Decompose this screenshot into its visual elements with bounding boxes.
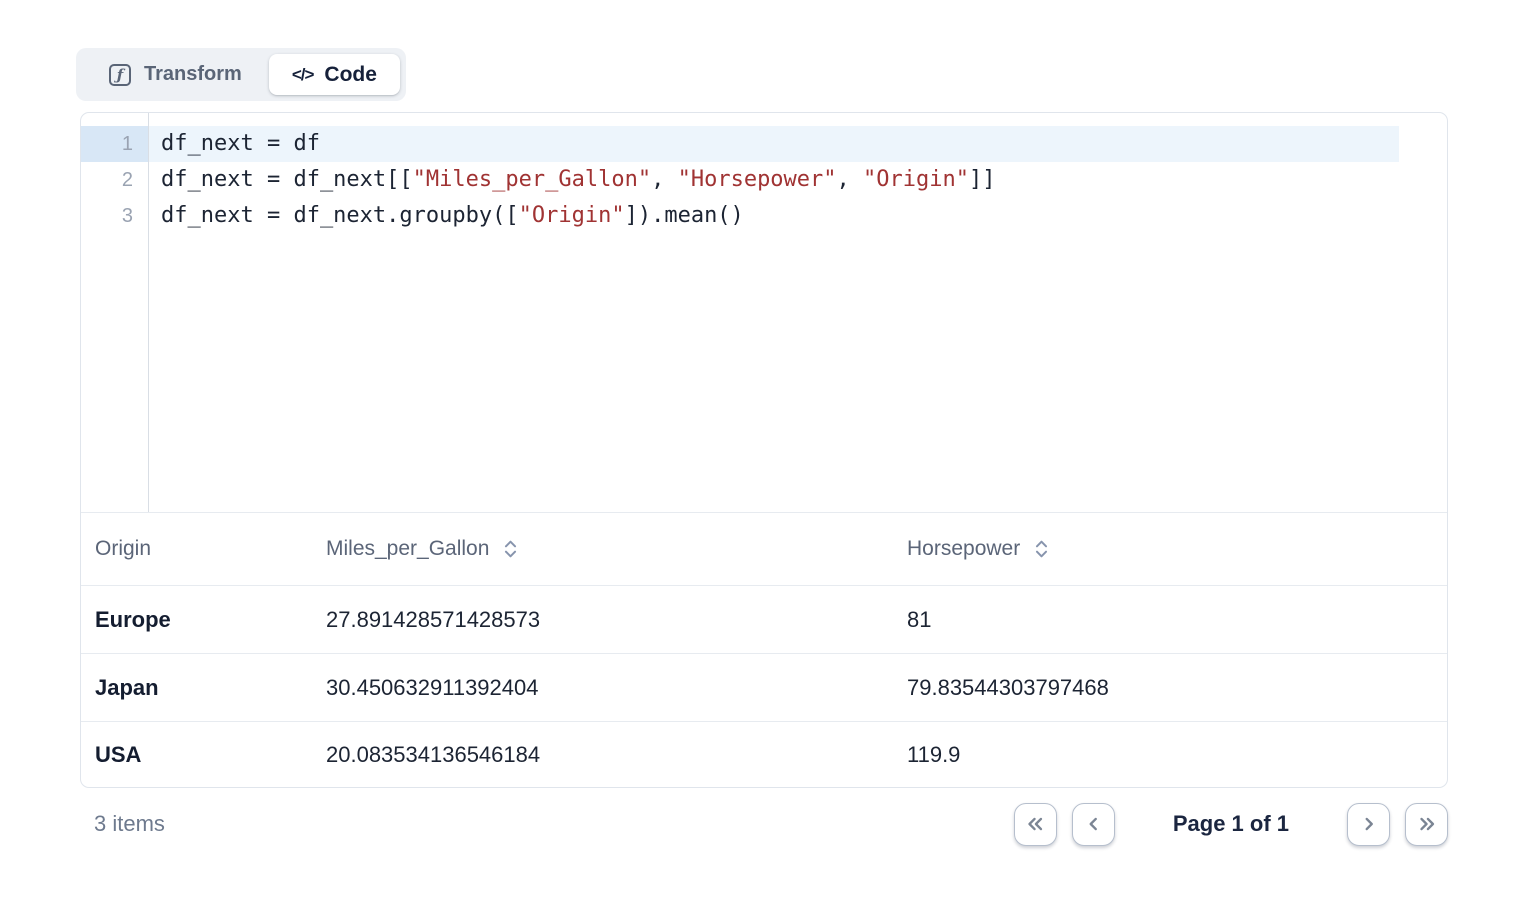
code-text: df_next = df xyxy=(149,126,1447,162)
cell-miles-per-gallon: 27.891428571428573 xyxy=(326,607,907,633)
cell-horsepower: 119.9 xyxy=(907,742,1447,768)
table-row: USA20.083534136546184119.9 xyxy=(81,722,1447,788)
items-count: 3 items xyxy=(94,811,165,837)
line-number: 2 xyxy=(81,162,149,198)
code-text: df_next = df_next.groupby(["Origin"]).me… xyxy=(149,198,1447,234)
cell-horsepower: 79.83544303797468 xyxy=(907,675,1447,701)
code-line: 1df_next = df xyxy=(81,126,1447,162)
view-mode-tabs: ƒ Transform </> Code xyxy=(76,48,406,101)
column-header[interactable]: Horsepower xyxy=(907,537,1447,561)
cell-horsepower: 81 xyxy=(907,607,1447,633)
sort-icon xyxy=(1034,539,1049,559)
prev-page-icon xyxy=(1082,813,1104,835)
tab-transform-label: Transform xyxy=(144,63,242,86)
last-page-icon xyxy=(1416,813,1438,835)
next-page-button[interactable] xyxy=(1347,803,1390,846)
cell-miles-per-gallon: 20.083534136546184 xyxy=(326,742,907,768)
column-header: Origin xyxy=(95,537,326,561)
column-header-label: Horsepower xyxy=(907,537,1020,561)
table-row: Europe27.89142857142857381 xyxy=(81,586,1447,654)
column-header-label: Miles_per_Gallon xyxy=(326,537,489,561)
function-icon: ƒ xyxy=(109,64,131,86)
column-header-label: Origin xyxy=(95,537,151,561)
cell-miles-per-gallon: 30.450632911392404 xyxy=(326,675,907,701)
first-page-button[interactable] xyxy=(1014,803,1057,846)
column-header[interactable]: Miles_per_Gallon xyxy=(326,537,907,561)
first-page-icon xyxy=(1024,813,1046,835)
table-header-row: Origin Miles_per_Gallon Horsepower xyxy=(81,513,1447,586)
cell-origin: Japan xyxy=(95,675,326,701)
code-line: 3df_next = df_next.groupby(["Origin"]).m… xyxy=(81,198,1447,234)
tab-transform[interactable]: ƒ Transform xyxy=(82,54,269,95)
tab-code-label: Code xyxy=(324,63,377,87)
page-indicator: Page 1 of 1 xyxy=(1173,811,1289,837)
table-row: Japan30.45063291139240479.83544303797468 xyxy=(81,654,1447,722)
next-page-icon xyxy=(1358,813,1380,835)
table-body: Europe27.89142857142857381Japan30.450632… xyxy=(81,586,1447,788)
code-editor[interactable]: 1df_next = df2df_next = df_next[["Miles_… xyxy=(81,113,1447,513)
code-text: df_next = df_next[["Miles_per_Gallon", "… xyxy=(149,162,1447,198)
line-number: 3 xyxy=(81,198,149,234)
pagination: Page 1 of 1 xyxy=(1014,803,1448,846)
code-line: 2df_next = df_next[["Miles_per_Gallon", … xyxy=(81,162,1447,198)
transform-panel: 1df_next = df2df_next = df_next[["Miles_… xyxy=(80,112,1448,788)
cell-origin: Europe xyxy=(95,607,326,633)
code-icon: </> xyxy=(292,65,314,85)
sort-icon xyxy=(503,539,518,559)
last-page-button[interactable] xyxy=(1405,803,1448,846)
table-footer: 3 items Page 1 of 1 xyxy=(80,798,1448,850)
cell-origin: USA xyxy=(95,742,326,768)
tab-code[interactable]: </> Code xyxy=(269,54,400,95)
line-number: 1 xyxy=(81,126,149,162)
prev-page-button[interactable] xyxy=(1072,803,1115,846)
